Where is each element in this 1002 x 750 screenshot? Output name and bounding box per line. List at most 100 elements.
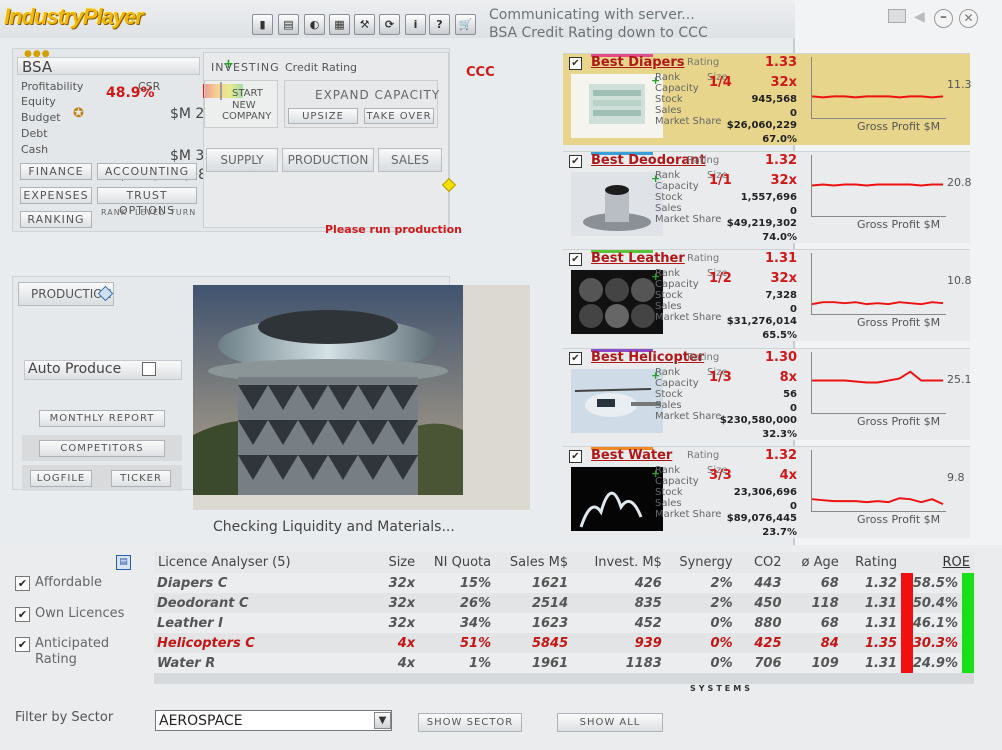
col-age[interactable]: ø Age [786,552,843,573]
expenses-button[interactable]: EXPENSES [20,187,92,204]
tools-icon[interactable]: ⚒ [354,14,375,35]
anticipated-rating-checkbox[interactable]: ✔ [15,637,30,652]
gross-profit-value: 10.8 [947,274,972,287]
speaker-icon[interactable]: ◀ [914,9,925,25]
market-share-percent: 32.3% [762,429,797,440]
ticker-button[interactable]: TICKER [111,470,171,487]
supply-tab[interactable]: SUPPLY [206,148,278,172]
market-share-value: $49,219,302 [726,218,797,229]
product-card[interactable]: ✔ Best Leather Rating 1.31 Rank Size 1/2 32x Cap… [563,249,972,341]
plus-icon[interactable]: + [223,57,234,72]
plus-icon[interactable]: + [651,369,660,382]
competitors-button[interactable]: COMPETITORS [39,440,165,457]
plus-icon[interactable]: + [651,172,660,185]
product-thumbnail [571,270,663,334]
globe-icon[interactable]: ◐ [304,14,325,35]
upsize-button[interactable]: UPSIZE [288,108,358,124]
licence-name[interactable]: Helicopters C [154,633,383,653]
col-sales[interactable]: Sales M$ [495,552,572,573]
cart-icon[interactable]: 🛒 [455,14,476,35]
product-checkbox[interactable]: ✔ [569,155,582,168]
chevron-down-icon[interactable]: ▼ [374,712,391,729]
status-line-1: Communicating with server... [489,7,695,23]
finance-button[interactable]: FINANCE [20,163,92,180]
cash-label: Cash [21,143,49,156]
col-synergy[interactable]: Synergy [666,552,737,573]
save-icon[interactable]: ▤ [116,555,131,570]
size-value: 32x [770,75,797,90]
product-thumbnail [571,467,663,531]
accounting-button[interactable]: ACCOUNTING [97,163,197,180]
refresh-icon[interactable]: ⟳ [379,14,400,35]
col-rating[interactable]: Rating [843,552,901,573]
sales-label: Sales [655,498,682,509]
licence-row[interactable]: Water R 4x 1% 1961 1183 0% 706 109 1.31 24.9% [154,653,974,673]
product-checkbox[interactable]: ✔ [569,57,582,70]
product-card[interactable]: ✔ Best Deodorant Rating 1.32 Rank Size 1/1 32x C… [563,151,972,243]
licence-name[interactable]: Leather I [154,613,383,633]
minimize-icon[interactable]: – [934,9,953,28]
turn-label: TURN [170,208,197,217]
licence-row[interactable]: Leather I 32x 34% 1623 452 0% 880 68 1.31 46.1% [154,613,974,633]
licence-row[interactable]: Deodorant C 32x 26% 2514 835 2% 450 118 1.31 50.4… [154,593,974,613]
product-card[interactable]: ✔ Best Water Rating 1.32 Rank Size 3/3 4x Capaci… [563,446,970,538]
close-icon[interactable]: ✕ [959,9,978,28]
licence-rating: 1.35 [865,635,898,651]
roe-value: 30.3% [912,635,958,651]
market-share-percent: 67.0% [762,134,797,145]
chart-icon[interactable]: ▮ [252,14,273,35]
licence-name[interactable]: Water R [154,653,383,673]
stock-value: 0 [790,108,797,119]
licence-age: 109 [811,655,839,671]
gross-profit-label: Gross Profit $M [857,218,941,231]
product-card[interactable]: ✔ Best Diapers Rating 1.33 Rank Size 1/4 32x Cap… [563,53,972,145]
takeover-button[interactable]: TAKE OVER [364,108,434,124]
stock-value: 0 [790,206,797,217]
product-name[interactable]: Best Diapers [591,55,685,70]
own-licences-checkbox[interactable]: ✔ [15,607,30,622]
calculator-icon[interactable]: ▦ [329,14,350,35]
auto-produce-checkbox[interactable] [142,362,156,376]
sales-tab[interactable]: SALES [378,148,442,172]
show-sector-button[interactable]: SHOW SECTOR [418,713,522,732]
plus-icon[interactable]: + [651,270,660,283]
plus-icon[interactable]: + [651,467,660,480]
col-co2[interactable]: CO2 [737,552,786,573]
monthly-report-button[interactable]: MONTHLY REPORT [39,410,165,427]
filter-sector-label: Filter by Sector [15,710,114,725]
licence-row[interactable]: Diapers C 32x 15% 1621 426 2% 443 68 1.32 58.5% [154,573,974,593]
market-share-label: Market Share [655,312,722,323]
product-name[interactable]: Best Leather [591,251,685,266]
trust-options-button[interactable]: TRUST OPTIONS [97,187,197,217]
licence-synergy: 0% [710,655,733,671]
col-invest[interactable]: Invest. M$ [572,552,666,573]
product-name[interactable]: Best Water [591,448,672,463]
product-checkbox[interactable]: ✔ [569,352,582,365]
licence-name[interactable]: Deodorant C [154,593,383,613]
show-all-button[interactable]: SHOW ALL [557,713,663,732]
info-icon[interactable]: i [405,14,426,35]
ranking-button[interactable]: RANKING [20,211,92,228]
equity-label: Equity [21,95,56,108]
anticipated-rating-label-1: Anticipated [35,636,110,651]
product-checkbox[interactable]: ✔ [569,253,582,266]
help-icon[interactable]: ? [429,14,450,35]
plus-icon[interactable]: + [651,74,660,87]
licence-co2: 443 [754,575,782,591]
product-thumbnail [571,74,663,138]
product-checkbox[interactable]: ✔ [569,450,582,463]
rating-red-bar [901,573,914,593]
monitor-icon[interactable] [888,9,906,23]
col-size[interactable]: Size [383,552,419,573]
document-icon[interactable]: ▤ [278,14,299,35]
production-tab[interactable]: PRODUCTION [282,148,374,172]
col-quota[interactable]: NI Quota [419,552,495,573]
sales-label: Sales [655,301,682,312]
licence-name[interactable]: Diapers C [154,573,383,593]
logfile-button[interactable]: LOGFILE [30,470,92,487]
licence-rating: 1.31 [865,615,898,631]
affordable-checkbox[interactable]: ✔ [15,576,30,591]
col-roe[interactable]: ROE [901,552,974,573]
licence-row[interactable]: Helicopters C 4x 51% 5845 939 0% 425 84 1.35 30.3… [154,633,974,653]
product-card[interactable]: ✔ Best Helicopter Rating 1.30 Rank Size 1/3 8x C… [563,348,972,440]
